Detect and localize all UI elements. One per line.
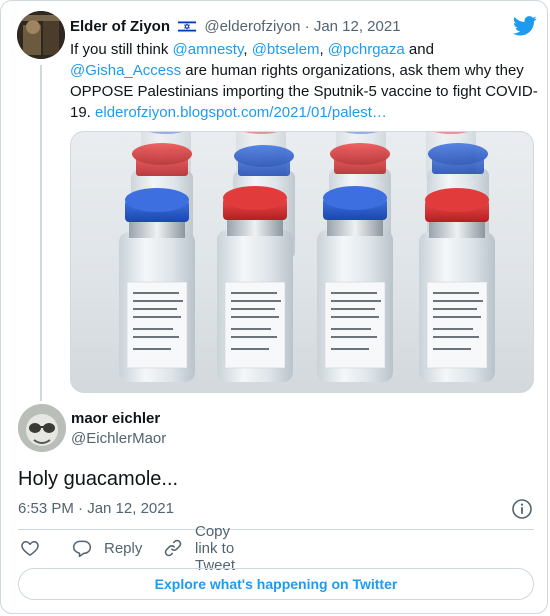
reply-label: Reply bbox=[104, 539, 143, 557]
vaccine-vials-image bbox=[119, 132, 495, 382]
mention-gisha-access-link[interactable]: @Gisha_Access bbox=[70, 62, 181, 79]
tweet-date[interactable]: Jan 12, 2021 bbox=[314, 18, 401, 35]
mention-amnesty-link[interactable]: @amnesty bbox=[173, 41, 244, 58]
twitter-bird-icon[interactable] bbox=[513, 16, 537, 36]
reply-author-avatar[interactable] bbox=[18, 404, 66, 452]
action-divider bbox=[18, 529, 534, 530]
reply-author-name[interactable]: maor eichler bbox=[71, 409, 160, 429]
header-separator: · bbox=[304, 18, 310, 35]
tweet-text-segment: If you still think bbox=[70, 41, 173, 58]
reply-tweet-text: Holy guacamole... bbox=[18, 468, 179, 490]
info-icon[interactable] bbox=[511, 498, 533, 520]
tweet-text-segment: and bbox=[404, 41, 434, 58]
parent-tweet-header: Elder of Ziyon @elderofziyon · Jan 12, 2… bbox=[70, 17, 401, 37]
reply-timestamp[interactable]: 6:53 PM · Jan 12, 2021 bbox=[18, 499, 174, 519]
parent-tweet-text: If you still think @amnesty, @btselem, @… bbox=[70, 39, 540, 123]
mention-btselem-link[interactable]: @btselem bbox=[252, 41, 320, 58]
tweet-text-segment: , bbox=[243, 41, 252, 58]
reply-author-handle[interactable]: @EichlerMaor bbox=[71, 429, 166, 449]
explore-twitter-button[interactable]: Explore what's happening on Twitter bbox=[18, 568, 534, 600]
tweet-embed-card: Elder of Ziyon @elderofziyon · Jan 12, 2… bbox=[0, 0, 548, 614]
author-avatar[interactable] bbox=[17, 11, 65, 59]
copy-link-label: Copy link to Tweet bbox=[195, 522, 236, 574]
link-icon bbox=[164, 539, 182, 557]
copy-link-button[interactable]: Copy link to Tweet bbox=[163, 523, 235, 574]
article-link[interactable]: elderofziyon.blogspot.com/2021/01/palest… bbox=[95, 104, 387, 121]
author-handle[interactable]: @elderofziyon bbox=[204, 18, 300, 35]
vaccine-vials-photo[interactable] bbox=[70, 131, 534, 393]
israel-flag-icon bbox=[178, 20, 197, 33]
tweet-text-segment: , bbox=[319, 41, 328, 58]
thread-connector-line bbox=[40, 65, 42, 401]
reply-button[interactable]: Reply bbox=[72, 537, 142, 559]
author-name[interactable]: Elder of Ziyon bbox=[70, 18, 170, 35]
like-button[interactable] bbox=[20, 537, 40, 559]
heart-icon bbox=[21, 541, 39, 556]
reply-bubble-icon bbox=[72, 540, 92, 558]
mention-pchrgaza-link[interactable]: @pchrgaza bbox=[328, 41, 405, 58]
